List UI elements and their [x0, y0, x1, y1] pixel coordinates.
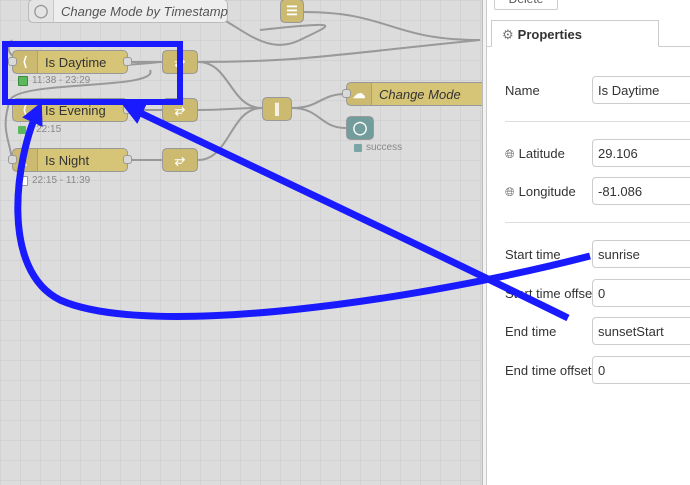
list-icon: ☰	[281, 0, 303, 22]
end-time-offset-label: End time offset	[505, 363, 592, 378]
change-node-1[interactable]: ⥂	[162, 50, 198, 74]
output-node[interactable]: ◯	[346, 116, 374, 140]
tab-properties[interactable]: ⚙ Properties	[491, 20, 659, 47]
input-port[interactable]	[8, 155, 17, 164]
end-time-offset-field[interactable]: 0	[592, 356, 690, 384]
output-port[interactable]	[123, 155, 132, 164]
switch-icon: ⟨	[13, 99, 38, 121]
globe-icon: 🌐︎	[505, 185, 515, 199]
flow-canvas[interactable]: ◯ Change Mode by Timestamp ☰ ⟨ Is Daytim…	[0, 0, 482, 485]
start-time-select[interactable]: sunrise	[592, 240, 690, 268]
properties-sidebar: Delete ⚙Properties Name Is Daytime 🌐︎Lat…	[487, 0, 690, 485]
change-mode-by-timestamp-node[interactable]: ◯ Change Mode by Timestamp	[28, 0, 228, 23]
output-status: success	[354, 142, 402, 153]
is-night-node[interactable]: ⟨ Is Night	[8, 148, 132, 172]
function-node-top[interactable]: ☰	[280, 0, 304, 23]
input-port[interactable]	[342, 89, 351, 98]
longitude-field[interactable]: -81.086	[592, 177, 690, 205]
end-time-select[interactable]: sunsetStart	[592, 317, 690, 345]
shuffle-icon: ⥂	[163, 51, 197, 73]
change-mode-node[interactable]: ☁ Change Mode	[342, 82, 482, 106]
end-time-label: End time	[505, 324, 557, 339]
longitude-label: 🌐︎ Longitude	[505, 184, 576, 199]
join-icon: ∥	[263, 98, 291, 120]
status-dot	[18, 75, 28, 86]
is-evening-status: - 22:15	[18, 124, 61, 135]
circle-icon: ◯	[347, 117, 373, 139]
change-node-2[interactable]: ⥂	[162, 98, 198, 122]
change-node-3[interactable]: ⥂	[162, 148, 198, 172]
gear-icon: ⚙	[502, 27, 514, 42]
name-label: Name	[505, 83, 540, 98]
start-time-offset-label: Start time offset	[505, 286, 596, 301]
globe-icon: 🌐︎	[505, 147, 515, 161]
tab-bar: ⚙ Properties	[487, 20, 690, 47]
is-night-status: 22:15 - 11:39	[18, 175, 90, 186]
is-daytime-status: 11:38 - 23:29	[18, 75, 90, 86]
input-port[interactable]	[8, 57, 17, 66]
latitude-label: 🌐︎ Latitude	[505, 146, 565, 161]
join-node[interactable]: ∥	[262, 97, 292, 121]
comment-icon: ◯	[29, 0, 54, 22]
start-time-label: Start time	[505, 247, 561, 262]
is-daytime-node[interactable]: ⟨ Is Daytime	[8, 50, 132, 74]
divider	[505, 121, 690, 122]
name-field[interactable]: Is Daytime	[592, 76, 690, 104]
divider	[505, 222, 690, 223]
delete-button[interactable]: Delete	[494, 0, 558, 10]
status-dot	[18, 125, 26, 134]
output-port[interactable]	[123, 57, 132, 66]
start-time-offset-field[interactable]: 0	[592, 279, 690, 307]
output-port[interactable]	[123, 105, 132, 114]
shuffle-icon: ⥂	[163, 149, 197, 171]
latitude-field[interactable]: 29.106	[592, 139, 690, 167]
status-dot	[18, 175, 28, 186]
status-dot	[354, 143, 362, 152]
is-evening-node[interactable]: ⟨ Is Evening	[12, 98, 132, 122]
shuffle-icon: ⥂	[163, 99, 197, 121]
